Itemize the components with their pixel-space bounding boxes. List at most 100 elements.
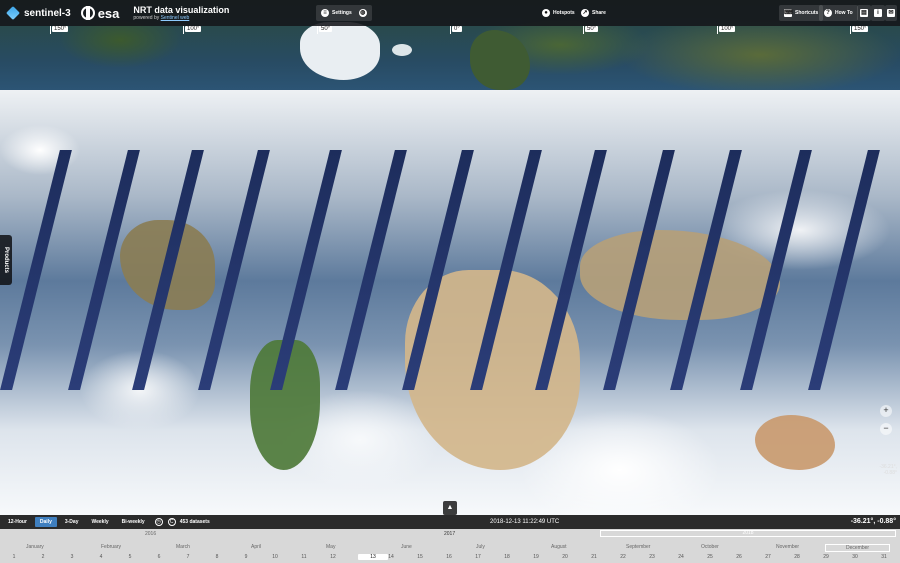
period-12-hour[interactable]: 12-Hour: [3, 517, 32, 527]
document-button[interactable]: ▤: [857, 5, 871, 21]
powered-by: powered by Sentinel web: [133, 15, 229, 21]
month-label[interactable]: April: [251, 544, 261, 550]
cursor-coordinates: -36.21°, -0.88°: [850, 518, 896, 525]
layers-icon: ≡: [321, 9, 329, 17]
clock-icon[interactable]: ◷: [154, 518, 163, 526]
month-label[interactable]: December: [825, 544, 891, 552]
year-label: 2016: [145, 531, 157, 537]
day-label[interactable]: 25: [706, 554, 714, 560]
timeline-toggle-button[interactable]: ▲: [443, 501, 457, 515]
day-label[interactable]: 13: [358, 554, 388, 560]
day-label[interactable]: 1: [10, 554, 18, 560]
info-icon: i: [874, 9, 882, 17]
day-label[interactable]: 31: [880, 554, 888, 560]
period-3-day[interactable]: 3-Day: [60, 517, 84, 527]
refresh-icon[interactable]: C: [167, 518, 176, 526]
month-label[interactable]: November: [776, 544, 799, 550]
graticule-label: 0°: [452, 26, 462, 32]
timeline-strip[interactable]: 2016 2017 2018 January February March April…: [0, 529, 900, 563]
graticule-line: [50, 26, 51, 34]
month-label[interactable]: October: [701, 544, 719, 550]
help-icon: ?: [824, 9, 832, 17]
month-label[interactable]: March: [176, 544, 190, 550]
info-button[interactable]: i: [871, 5, 885, 21]
top-bar: sentinel-3 esa NRT data visualization po…: [0, 0, 900, 26]
graticule-line: [183, 26, 184, 34]
day-label[interactable]: 24: [677, 554, 685, 560]
esa-logo[interactable]: esa: [80, 5, 120, 21]
mail-button[interactable]: ✉: [885, 5, 897, 21]
day-label[interactable]: 11: [300, 554, 308, 560]
day-label[interactable]: 9: [242, 554, 250, 560]
day-label[interactable]: 20: [561, 554, 569, 560]
graticule-label: 150°: [852, 26, 869, 32]
app-title-block: NRT data visualization powered by Sentin…: [133, 5, 229, 21]
day-label[interactable]: 14: [387, 554, 395, 560]
sentinel-logo[interactable]: sentinel-3: [6, 6, 71, 20]
esa-icon: [80, 6, 95, 20]
period-weekly[interactable]: Weekly: [86, 517, 113, 527]
day-label[interactable]: 6: [155, 554, 163, 560]
day-label[interactable]: 10: [271, 554, 279, 560]
month-label[interactable]: September: [626, 544, 650, 550]
day-label[interactable]: 28: [793, 554, 801, 560]
day-label[interactable]: 26: [735, 554, 743, 560]
day-label[interactable]: 23: [648, 554, 656, 560]
iceland-landmass: [392, 44, 412, 56]
shortcuts-button[interactable]: ⌨ Shortcuts: [779, 5, 824, 21]
day-label[interactable]: 12: [329, 554, 337, 560]
day-label[interactable]: 8: [213, 554, 221, 560]
day-label[interactable]: 17: [474, 554, 482, 560]
share-button[interactable]: ↗ Share: [576, 5, 611, 21]
month-label[interactable]: February: [101, 544, 121, 550]
period-bi-weekly[interactable]: Bi-weekly: [117, 517, 150, 527]
day-label[interactable]: 16: [445, 554, 453, 560]
globe-icon[interactable]: ◍: [358, 9, 367, 17]
products-tab-label: Products: [3, 246, 10, 274]
day-label[interactable]: 3: [68, 554, 76, 560]
hotspots-button[interactable]: ● Hotspots: [537, 5, 580, 21]
asia-landmass: [580, 230, 780, 320]
period-daily[interactable]: Daily: [34, 517, 57, 527]
greenland-landmass: [300, 22, 380, 80]
sentinel-icon: [6, 6, 20, 20]
day-label[interactable]: 21: [590, 554, 598, 560]
current-time: 2018-12-13 11:22:49 UTC: [490, 519, 560, 525]
howto-button[interactable]: ? How To: [819, 5, 858, 21]
day-label[interactable]: 30: [851, 554, 859, 560]
day-label[interactable]: 7: [184, 554, 192, 560]
chevron-up-icon: ▲: [446, 504, 454, 511]
day-label[interactable]: 5: [126, 554, 134, 560]
month-label[interactable]: June: [401, 544, 412, 550]
day-label[interactable]: 18: [503, 554, 511, 560]
day-label[interactable]: 4: [97, 554, 105, 560]
mini-coords-lon: -0.88°: [883, 470, 897, 476]
graticule-label: 50°: [319, 26, 333, 32]
time-controls-bar: 12-Hour Daily 3-Day Weekly Bi-weekly ◷ C…: [0, 515, 900, 529]
zoom-in-button[interactable]: +: [880, 405, 892, 417]
zoom-out-button[interactable]: −: [880, 423, 892, 435]
document-icon: ▤: [860, 9, 868, 17]
day-label[interactable]: 19: [532, 554, 540, 560]
month-label[interactable]: July: [476, 544, 485, 550]
day-label[interactable]: 29: [822, 554, 830, 560]
graticule-line: [850, 26, 851, 34]
month-label[interactable]: May: [326, 544, 335, 550]
month-label[interactable]: January: [26, 544, 44, 550]
year-range-2018[interactable]: 2018: [600, 530, 896, 537]
map-viewport[interactable]: 150° 100° 50° 0° 50° 100° 150°: [0, 0, 900, 515]
day-label[interactable]: 27: [764, 554, 772, 560]
settings-button[interactable]: ≡ Settings ◍: [316, 5, 372, 21]
graticule-line: [583, 26, 584, 34]
day-label[interactable]: 22: [619, 554, 627, 560]
mini-coords-readout: -36.21°, -0.88°: [879, 464, 897, 476]
esa-brand-text: esa: [97, 5, 120, 21]
shortcuts-label: Shortcuts: [795, 10, 819, 16]
day-label[interactable]: 15: [416, 554, 424, 560]
day-label[interactable]: 2: [39, 554, 47, 560]
products-panel-tab[interactable]: Products: [0, 235, 12, 285]
mail-icon: ✉: [887, 9, 895, 17]
powered-by-link[interactable]: Sentinel web: [161, 15, 190, 21]
graticule-label: 100°: [185, 26, 202, 32]
month-label[interactable]: August: [551, 544, 567, 550]
